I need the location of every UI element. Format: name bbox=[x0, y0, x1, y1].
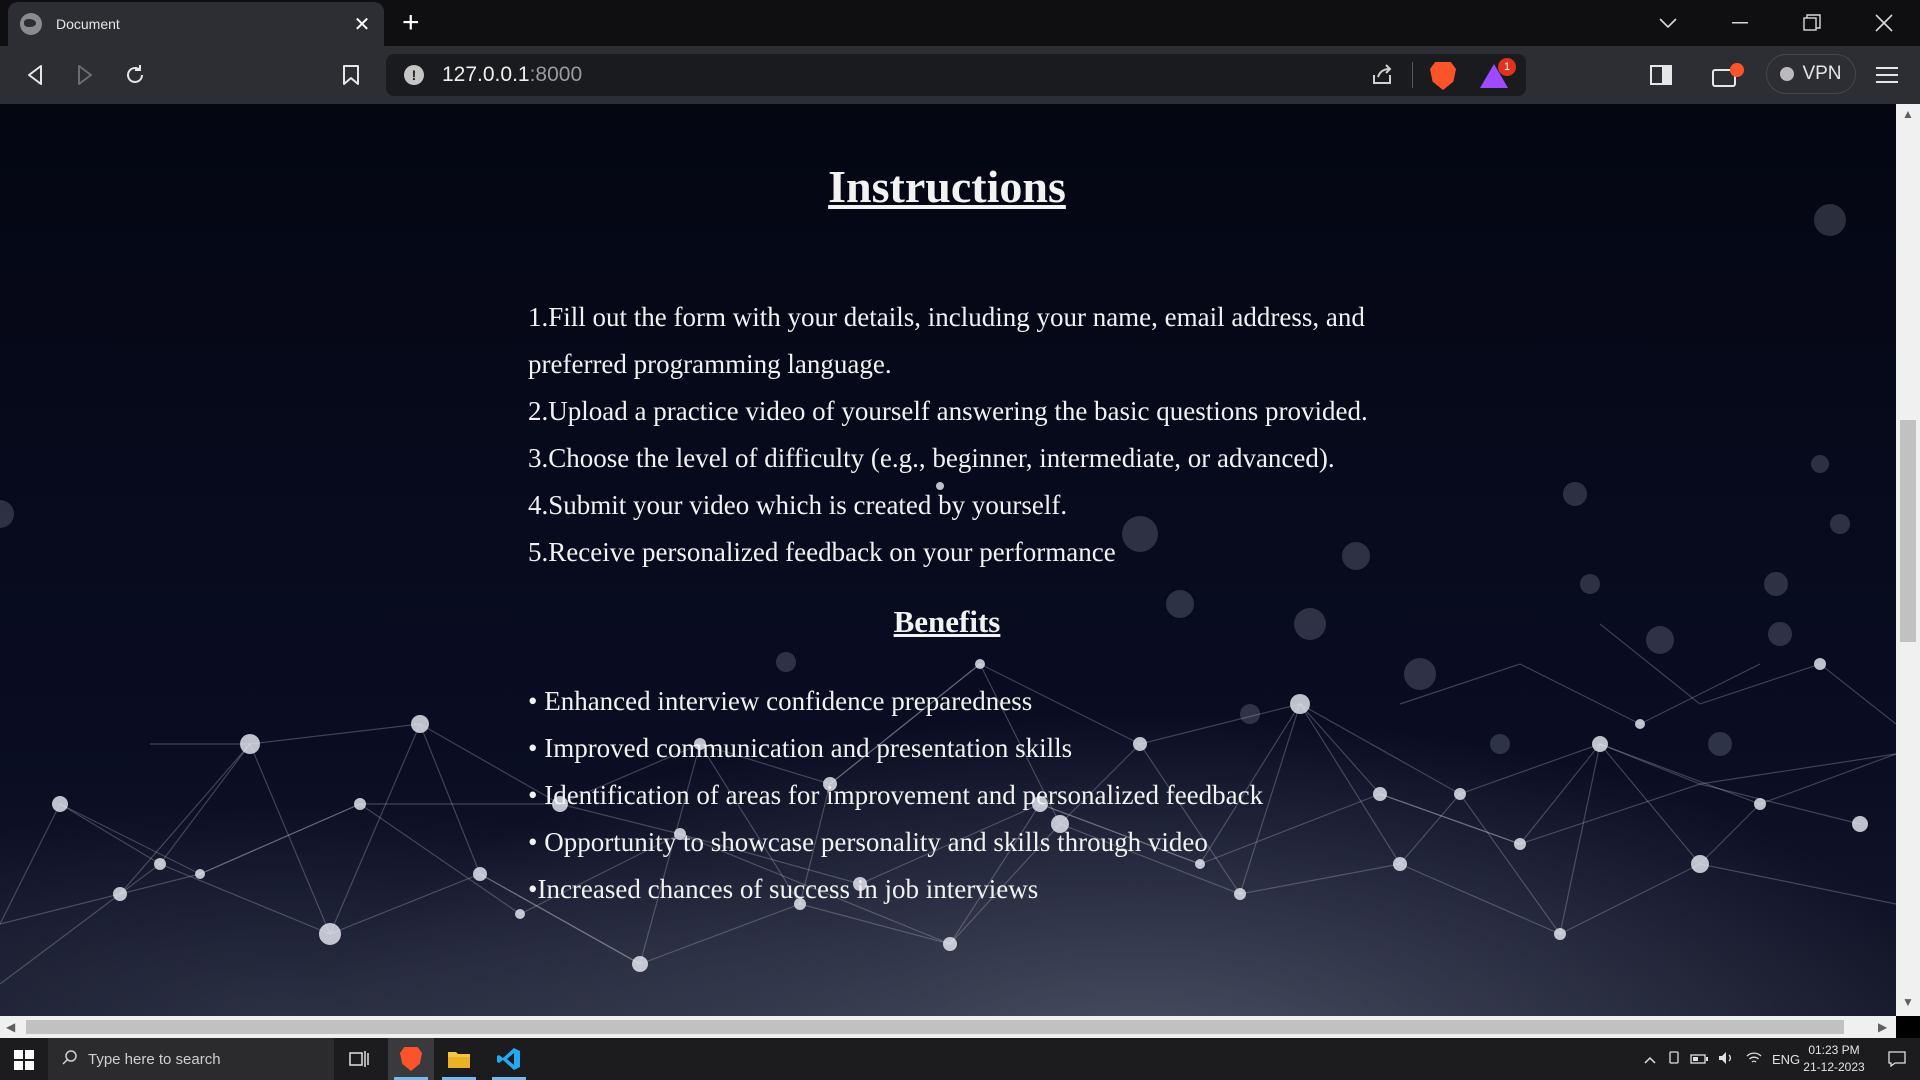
minimize-icon[interactable] bbox=[1704, 0, 1776, 46]
benefits-list: • Enhanced interview confidence prepared… bbox=[528, 678, 1408, 913]
vertical-scrollbar[interactable]: ▲ ▼ bbox=[1896, 104, 1920, 1016]
scroll-down-arrow-icon[interactable]: ▼ bbox=[1902, 996, 1914, 1008]
chevron-up-icon[interactable] bbox=[1644, 1052, 1656, 1067]
benefit-item: • Improved communication and presentatio… bbox=[528, 733, 1073, 763]
brave-app-icon[interactable] bbox=[388, 1038, 434, 1080]
search-icon bbox=[62, 1049, 78, 1069]
system-tray: ENG bbox=[1644, 1038, 1800, 1080]
notification-icon[interactable] bbox=[1874, 1038, 1920, 1080]
address-bar[interactable]: ! 127.0.0.1:8000 1 bbox=[386, 54, 1526, 96]
task-view-icon[interactable] bbox=[336, 1038, 382, 1080]
file-explorer-icon[interactable] bbox=[436, 1038, 482, 1080]
vpn-label: VPN bbox=[1802, 63, 1842, 84]
scroll-up-arrow-icon[interactable]: ▲ bbox=[1902, 108, 1914, 120]
instruction-step: 3.Choose the level of difficulty (e.g., … bbox=[528, 443, 1335, 473]
battery-icon[interactable] bbox=[1690, 1052, 1708, 1067]
language-indicator[interactable]: ENG bbox=[1772, 1052, 1800, 1067]
window-close-icon[interactable] bbox=[1848, 0, 1920, 46]
clock-date: 21-12-2023 bbox=[1803, 1060, 1865, 1074]
browser-tab[interactable]: Document ✕ bbox=[8, 2, 384, 46]
volume-icon[interactable] bbox=[1718, 1051, 1734, 1068]
horizontal-scrollbar[interactable]: ◀ ▶ bbox=[0, 1016, 1896, 1038]
page-viewport: Instructions 1.Fill out the form with yo… bbox=[0, 104, 1896, 1016]
clock-time: 01:23 PM bbox=[1808, 1043, 1860, 1057]
windows-start-icon[interactable] bbox=[14, 1050, 34, 1070]
close-icon[interactable]: ✕ bbox=[352, 12, 372, 37]
taskbar-search[interactable]: Type here to search bbox=[48, 1038, 334, 1080]
benefit-item: • Identification of areas for improvemen… bbox=[528, 780, 1264, 810]
wifi-icon[interactable] bbox=[1746, 1051, 1762, 1068]
forward-icon[interactable] bbox=[70, 60, 100, 90]
wallet-icon[interactable] bbox=[1708, 60, 1748, 90]
new-tab-button[interactable]: + bbox=[402, 6, 420, 40]
scroll-right-arrow-icon[interactable]: ▶ bbox=[1878, 1021, 1887, 1033]
instruction-steps: 1.Fill out the form with your details, i… bbox=[528, 294, 1408, 576]
benefit-item: • Opportunity to showcase personality an… bbox=[528, 827, 1208, 857]
share-icon[interactable] bbox=[1370, 63, 1394, 92]
instruction-step: 5.Receive personalized feedback on your … bbox=[528, 537, 1116, 567]
vscode-icon[interactable] bbox=[486, 1038, 532, 1080]
tab-title: Document bbox=[56, 16, 120, 32]
scroll-left-arrow-icon[interactable]: ◀ bbox=[6, 1021, 15, 1033]
taskbar-clock[interactable]: 01:23 PM 21-12-2023 bbox=[1798, 1042, 1870, 1076]
benefits-heading: Benefits bbox=[893, 604, 1001, 639]
instruction-step: 4.Submit your video which is created by … bbox=[528, 490, 1068, 520]
benefit-item: • Enhanced interview confidence prepared… bbox=[528, 686, 1033, 716]
bookmark-icon[interactable] bbox=[336, 60, 366, 90]
page-title: Instructions bbox=[828, 161, 1066, 212]
browser-toolbar: ! 127.0.0.1:8000 1 VPN bbox=[0, 46, 1920, 104]
instruction-step: 1.Fill out the form with your details, i… bbox=[528, 302, 1365, 379]
divider bbox=[1412, 62, 1413, 88]
meet-now-icon[interactable] bbox=[1668, 1050, 1680, 1068]
tab-strip: Document ✕ + bbox=[0, 0, 1920, 46]
brave-shields-icon[interactable] bbox=[1430, 62, 1456, 90]
restore-icon[interactable] bbox=[1776, 0, 1848, 46]
reload-icon[interactable] bbox=[120, 60, 150, 90]
windows-taskbar: Type here to search ENG 01:23 PM 21-12-2… bbox=[0, 1038, 1920, 1080]
sidebar-icon[interactable] bbox=[1646, 60, 1676, 90]
rewards-badge: 1 bbox=[1498, 58, 1516, 76]
vertical-scroll-thumb[interactable] bbox=[1900, 420, 1916, 642]
vpn-button[interactable]: VPN bbox=[1766, 54, 1856, 94]
search-placeholder: Type here to search bbox=[88, 1050, 221, 1068]
instruction-step: 2.Upload a practice video of yourself an… bbox=[528, 396, 1368, 426]
info-icon[interactable]: ! bbox=[404, 65, 424, 85]
back-icon[interactable] bbox=[20, 60, 50, 90]
url-host: 127.0.0.1 bbox=[442, 63, 530, 86]
benefit-item: •Increased chances of success in job int… bbox=[528, 874, 1039, 904]
url-port: :8000 bbox=[529, 63, 583, 86]
chevron-down-icon[interactable] bbox=[1632, 0, 1704, 46]
vpn-status-icon bbox=[1780, 67, 1795, 81]
globe-icon bbox=[20, 13, 42, 35]
menu-icon[interactable] bbox=[1872, 60, 1902, 90]
horizontal-scroll-thumb[interactable] bbox=[26, 1020, 1844, 1034]
